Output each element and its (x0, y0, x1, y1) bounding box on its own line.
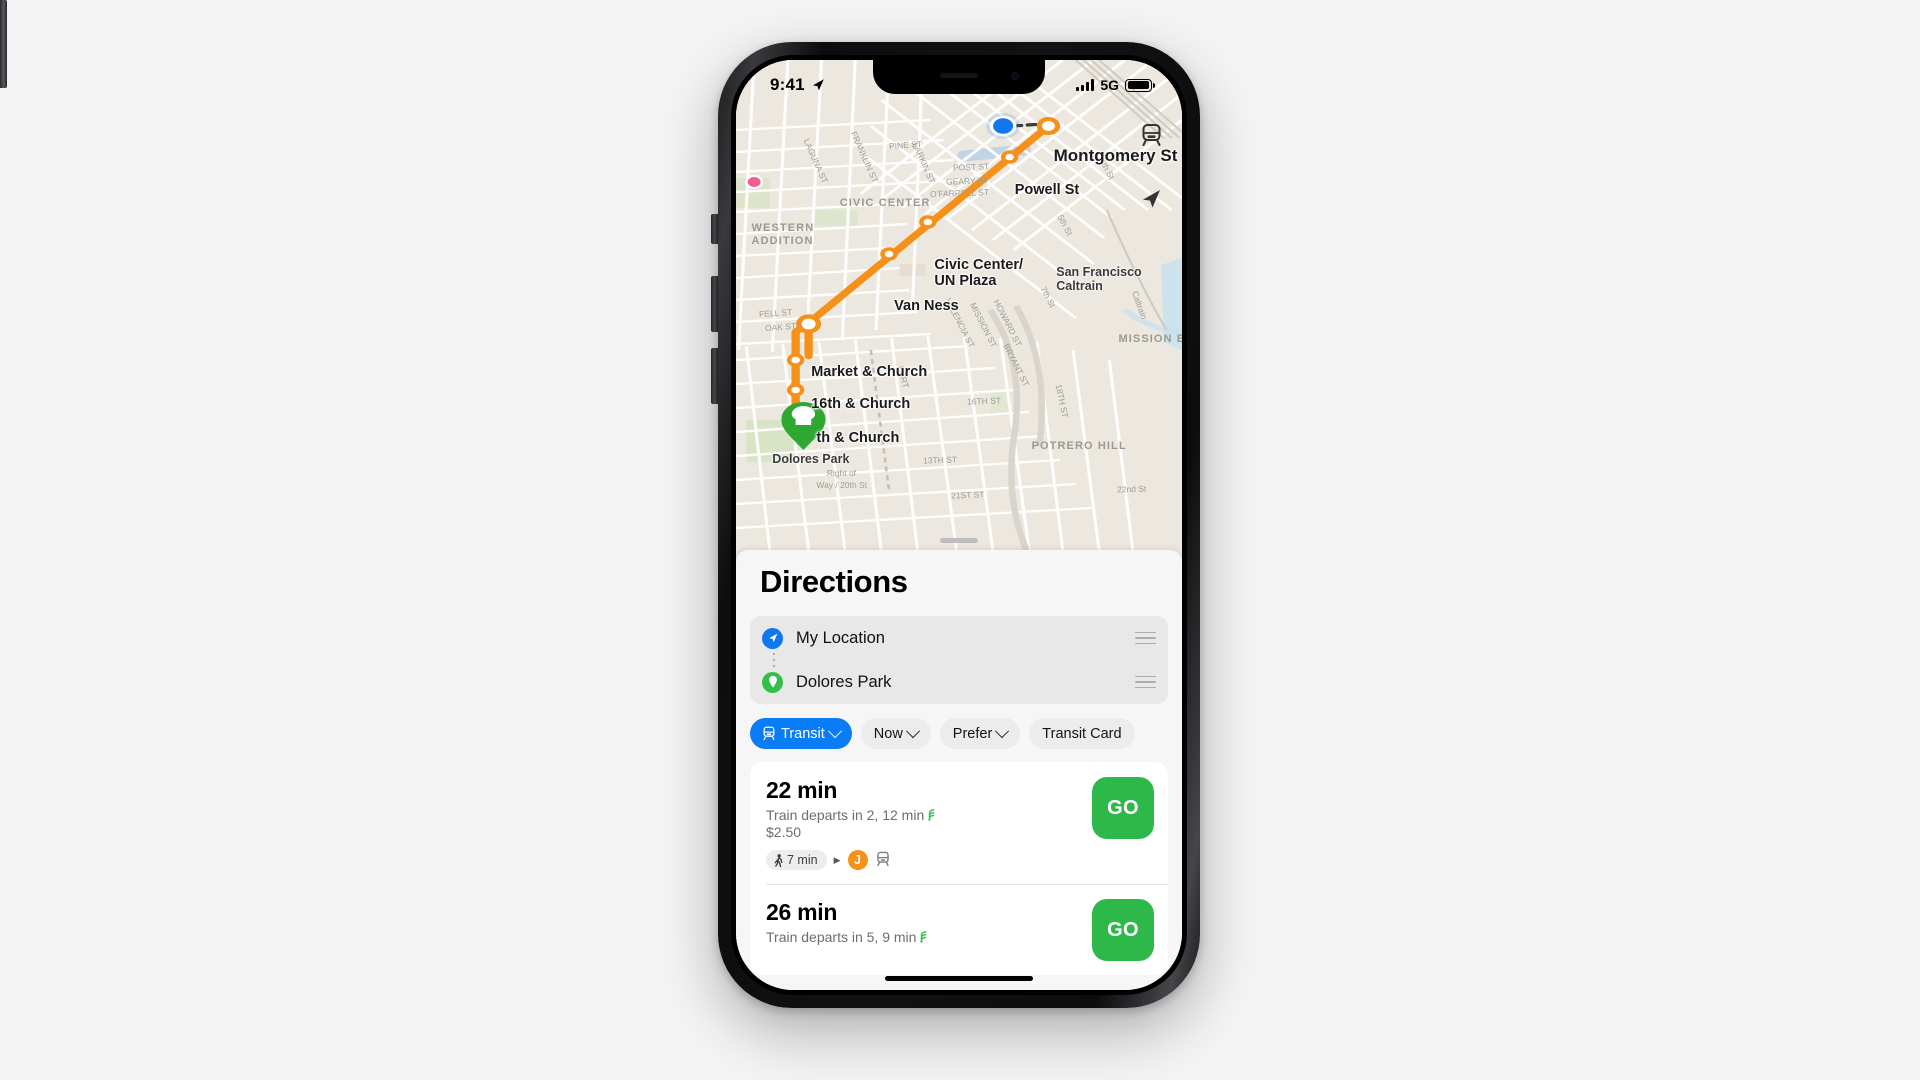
location-arrow-icon (1143, 190, 1160, 208)
chevron-down-icon (905, 723, 920, 738)
origin-field[interactable]: My Location (750, 616, 1168, 660)
map-area-label: WESTERN ADDITION (751, 222, 815, 248)
volume-down-button[interactable] (711, 348, 718, 404)
tram-icon (763, 726, 775, 740)
route-departure: Train departs in 5, 9 min (766, 929, 1080, 945)
route-duration: 22 min (766, 777, 838, 803)
page-title: Directions (760, 564, 908, 599)
sheet-grabber[interactable] (940, 538, 978, 543)
drag-handle-icon[interactable] (1135, 675, 1156, 689)
transit-toggle-button[interactable] (1136, 120, 1166, 150)
map-street-label: OAK ST (764, 320, 797, 334)
map-street-label: 22nd St (1117, 483, 1147, 495)
map-street-label: Way / 20th St (816, 480, 868, 490)
network-label: 5G (1100, 77, 1119, 93)
route-duration: 26 min (766, 899, 838, 925)
map-street-label: POST ST (952, 161, 989, 173)
power-button[interactable] (0, 0, 7, 88)
map-stop-label: Powell St (1014, 182, 1080, 198)
map-stop-label: Civic Center/ UN Plaza (934, 257, 1024, 290)
tram-icon (876, 851, 889, 867)
volume-up-button[interactable] (711, 276, 718, 332)
silent-switch[interactable] (711, 214, 718, 244)
route-departure-text: Train departs in 5, 9 min (766, 929, 917, 945)
route-details: 22 min Train departs in 2, 12 min $2.50 … (766, 777, 1080, 870)
map-street-label: 21ST ST (951, 489, 985, 501)
location-arrow-icon (812, 79, 824, 91)
phone-frame: POST ST GEARY ST O'FARRELL ST PINE ST LAGUNA… (718, 42, 1200, 1008)
filter-chip-transit-card-label: Transit Card (1042, 725, 1122, 742)
filter-chip-transit-label: Transit (781, 725, 825, 742)
destination-field[interactable]: Dolores Park (750, 660, 1168, 704)
map-poi-label: Dolores Park (772, 452, 850, 466)
filter-chip-prefer-label: Prefer (952, 725, 993, 742)
directions-sheet: Directions My Location Dolores Park Tran… (736, 538, 1182, 990)
battery-icon (1125, 78, 1155, 92)
status-time: 9:41 (770, 75, 805, 94)
live-signal-icon (920, 930, 928, 943)
walk-leg-label: 7 min (787, 853, 818, 867)
go-button[interactable]: GO (1092, 777, 1154, 839)
route-results: 22 min Train departs in 2, 12 min $2.50 … (750, 762, 1168, 975)
filter-chip-now[interactable]: Now (860, 718, 931, 749)
route-fare: $2.50 (766, 824, 802, 840)
destination-label: Dolores Park (796, 672, 892, 691)
map-street-label: 16TH ST (966, 395, 1001, 407)
chevron-down-icon (995, 723, 1010, 738)
map-street-label: O'FARRELL ST (930, 186, 990, 200)
arrow-right-icon: ▶ (833, 854, 841, 865)
filter-chip-transit[interactable]: Transit (750, 718, 852, 749)
cellular-signal-icon (1076, 79, 1095, 91)
filter-chip-now-label: Now (873, 725, 903, 742)
walk-leg: 7 min (766, 850, 827, 870)
phone-bezel: POST ST GEARY ST O'FARRELL ST PINE ST LAGUNA… (731, 55, 1187, 995)
filter-chips: Transit Now Prefer Transit Card (750, 718, 1182, 749)
transit-line-badge: J (847, 850, 868, 870)
walking-icon (774, 853, 783, 867)
tram-icon (1142, 123, 1160, 146)
map-view[interactable]: POST ST GEARY ST O'FARRELL ST PINE ST LAGUNA… (736, 60, 1182, 550)
drag-handle-icon[interactable] (1135, 631, 1156, 645)
chevron-down-icon (827, 723, 842, 738)
phone-screen: POST ST GEARY ST O'FARRELL ST PINE ST LAGUNA… (736, 60, 1182, 990)
route-endpoints: My Location Dolores Park (750, 616, 1168, 704)
front-camera (1011, 72, 1019, 80)
map-stop-label: Market & Church (811, 364, 928, 380)
home-indicator[interactable] (885, 976, 1033, 981)
route-option[interactable]: 22 min Train departs in 2, 12 min $2.50 … (750, 762, 1168, 884)
route-departure-text: Train departs in 2, 12 min (766, 807, 925, 823)
route-legs: 7 min ▶ J (766, 850, 1080, 870)
live-signal-icon (928, 808, 935, 821)
map-stop-label: th & Church (816, 430, 900, 446)
map-street-label: 13TH ST (922, 454, 957, 466)
route-departure: Train departs in 2, 12 min (766, 807, 1080, 823)
map-area-label: MISSION BAY (1118, 333, 1182, 345)
notch (873, 60, 1045, 94)
navigation-arrow-icon (762, 627, 783, 649)
map-stop-label: 16th & Church (811, 396, 911, 412)
route-option[interactable]: 26 min Train departs in 5, 9 min GO (750, 884, 1168, 975)
filter-chip-prefer[interactable]: Prefer (939, 718, 1021, 749)
map-poi-label: San Francisco Caltrain (1056, 265, 1142, 293)
map-area-label: CIVIC CENTER (839, 197, 931, 209)
route-details: 26 min Train departs in 5, 9 min (766, 899, 1080, 945)
map-street-label: Right of (826, 468, 857, 478)
status-bar-left: 9:41 (770, 75, 825, 95)
go-button[interactable]: GO (1092, 899, 1154, 961)
map-stop-label: Van Ness (894, 298, 959, 314)
map-graphics (736, 60, 1182, 550)
map-area-label: POTRERO HILL (1031, 440, 1127, 452)
recenter-button[interactable] (1136, 184, 1166, 214)
filter-chip-transit-card[interactable]: Transit Card (1029, 718, 1135, 749)
earpiece-speaker (940, 73, 978, 78)
map-street-label: GEARY ST (945, 175, 989, 187)
status-bar-right: 5G (1076, 77, 1155, 93)
map-pin-icon (762, 671, 783, 693)
map-controls (1136, 120, 1166, 214)
origin-label: My Location (796, 628, 885, 647)
